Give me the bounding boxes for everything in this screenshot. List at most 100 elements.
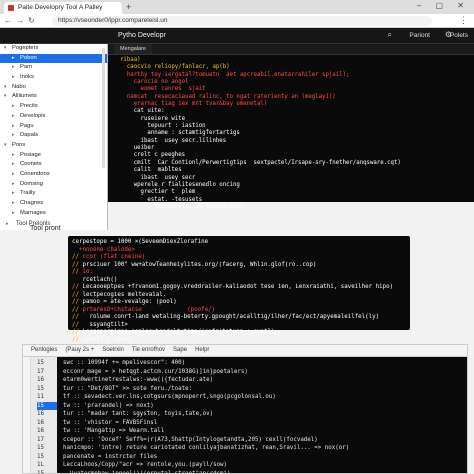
sidebar-item[interactable]: ▸ Posiage: [0, 151, 107, 161]
menu-item[interactable]: Tie enrofhov: [132, 347, 165, 353]
code-line: cat uite:: [120, 108, 165, 115]
sidebar-item[interactable]: ▸ Developls: [0, 112, 107, 122]
menu-item[interactable]: Sape: [173, 347, 187, 353]
user-menu[interactable]: Polets: [450, 32, 468, 39]
browser-tab[interactable]: Paite Developry Tool A Palley: [4, 2, 122, 14]
window-controls[interactable]: – ▢ ✕: [417, 1, 470, 10]
chevron-right-icon: ▸: [12, 64, 15, 71]
code-row[interactable]: 15 tur :: "Det/8OT" >> sote feru./toate:: [31, 385, 467, 394]
code-text: tur :: "Det/8OT" >> sote feru./toate:: [63, 385, 193, 392]
code-line: cmilt Car Contionl/Perwertigtips sextpac…: [120, 159, 401, 166]
menu-item[interactable]: Penlogies: [31, 347, 57, 353]
sidebar-item[interactable]: ▾ Nabo: [0, 83, 107, 93]
sidebar-item[interactable]: ▸ Marnages: [0, 209, 107, 219]
code-row[interactable]: 1L LeccaLhoos/Copp/"acr => rentole,you.(p…: [31, 461, 467, 470]
editor-tab[interactable]: Mengalare: [114, 44, 152, 54]
sidebar-item-label: Aliliumets: [12, 93, 37, 100]
chevron-right-icon: ▸: [6, 221, 9, 227]
code-row[interactable]: 15 Uuatermnbaw ipnoel()((ernutal-stroet"…: [31, 470, 467, 474]
nav-buttons[interactable]: ←→↻: [4, 16, 39, 25]
sidebar-scrollbar[interactable]: [102, 48, 105, 168]
sidebar-item-label: Precits: [20, 103, 38, 110]
code-line: ibast usey secr.lilinhes: [120, 137, 227, 144]
bottom-side-strip: [23, 357, 31, 473]
menu-item[interactable]: Helpr: [195, 347, 209, 353]
browser-tab-bar: Paite Developry Tool A Palley + – ▢ ✕: [0, 0, 474, 14]
code-line: wperele r fialitesenedlo oncing: [120, 181, 240, 188]
back-icon[interactable]: ←: [4, 16, 16, 25]
sidebar-item[interactable]: ▸ Domsing: [0, 180, 107, 190]
console-line: // ssoott = sone): [72, 337, 410, 345]
console-line: // io:: [72, 269, 410, 277]
console-line: // prsciuer 100" ww+atowTeanheiylites.or…: [72, 262, 410, 270]
sidebar-item[interactable]: ▸ Pobon: [0, 53, 107, 64]
code-text: Uuatermnbaw ipnoel()((ernutal-stroet"ap(…: [63, 470, 231, 474]
code-row[interactable]: 16 tw :: 'vhistor = FAVBSFinsl: [31, 419, 467, 428]
code-row[interactable]: 15 tw :: 'prarandel) => noxt): [31, 401, 467, 410]
line-number: 17: [37, 368, 44, 375]
project-menu[interactable]: Pariont: [409, 32, 430, 39]
sidebar-item-label: Pagu: [20, 122, 34, 129]
code-row[interactable]: 11 tf :: sevadect.ver.lns,cotgsurs(mpnope…: [31, 393, 467, 402]
forward-icon[interactable]: →: [16, 16, 28, 25]
code-text: tur :: "madar tant: sgyston, toyis,tate,…: [63, 411, 214, 417]
sidebar-item-label: Trailly: [20, 190, 36, 197]
code-editor[interactable]: Mengalare ribaa) caocvio reliopy/fanlacr…: [108, 44, 474, 210]
chevron-right-icon: ▸: [12, 170, 15, 177]
sidebar-item[interactable]: ▸ Chagnes: [0, 199, 107, 209]
sidebar-item[interactable]: ▸ Pam: [0, 63, 107, 73]
search-icon[interactable]: ⌕: [388, 30, 392, 40]
new-tab-button[interactable]: +: [126, 2, 131, 12]
code-line: tepuurt : iastion: [120, 123, 206, 130]
browser-menu-icon[interactable]: ⋮: [459, 15, 468, 26]
code-row[interactable]: 17 ccepor :: 'Docef' Seff%=(r(A73,Shattp(…: [31, 436, 467, 445]
sidebar-item[interactable]: ▸ Coonets: [0, 160, 107, 170]
code-row[interactable]: 15 hanicmpo: 'intre) reture cariotated co…: [31, 444, 467, 453]
code-row[interactable]: 16 tur :: "madar tant: sgyston, toyis,tat…: [31, 410, 467, 419]
url-input[interactable]: https://vseonder0/ippr.compareleisl.un: [52, 16, 432, 26]
reload-icon[interactable]: ↻: [28, 16, 39, 25]
sidebar-item-label: Domsing: [20, 180, 43, 187]
code-row[interactable]: 15 pancenate = instrcter files: [31, 453, 467, 462]
sidebar-item[interactable]: ▾ Pogepters: [0, 44, 107, 54]
sidebar-item[interactable]: ▾ Pons: [0, 141, 107, 151]
chevron-right-icon: ▸: [12, 103, 15, 110]
code-row[interactable]: 15 swc :: 10994f += mpelivescor": 400): [31, 359, 467, 368]
code-text: tf :: sevadect.ver.lns,cotgsurs(mpnoperr…: [63, 394, 276, 400]
console-line: // Lecaoperpiges-eemlasybondoltytime/(co…: [72, 329, 410, 337]
comment-marker: //: [72, 254, 79, 260]
sidebar-item[interactable]: ▸ Trailly: [0, 189, 107, 199]
code-row[interactable]: 17 ecconr mage = > hetqgt.actcm.cur/1038G…: [31, 368, 467, 377]
menu-item[interactable]: (Pauy 2s +: [65, 347, 94, 353]
code-text: tw :: 'Mangatip => Wearm.tall: [63, 428, 165, 434]
line-number: 15: [37, 401, 57, 410]
code-line: eomet canres sjait: [120, 86, 206, 93]
tool-prompt-label: Tool pront: [30, 225, 61, 232]
sidebar-item[interactable]: ▸ Inoks: [0, 73, 107, 83]
console-line-text: prteresO+chstacse (poofe/): [78, 306, 216, 313]
code-area[interactable]: ribaa) caocvio reliopy/fanlacr, ap(b) ha…: [108, 55, 474, 211]
sidebar-item[interactable]: ▸ Conendons: [0, 170, 107, 180]
sidebar-item[interactable]: ▸ Dapals: [0, 131, 107, 141]
line-number: 15: [37, 453, 44, 460]
code-text: etarm0wertinetrestalws:-www(({fectudar.a…: [63, 377, 214, 383]
console-line: // lectpecogies meltevaial.: [72, 292, 410, 300]
code-row[interactable]: 16 etarm0wertinetrestalws:-www(({fectudar…: [31, 376, 467, 385]
sidebar-item[interactable]: ▸ Precits: [0, 102, 107, 112]
bottom-code-area[interactable]: 15 swc :: 10994f += mpelivescor": 400) 17e…: [31, 357, 467, 474]
sidebar-item-label: Marnages: [20, 209, 46, 216]
code-row[interactable]: 16 tw :: 'Mangatip => Wearm.tall: [31, 427, 467, 436]
sidebar-item[interactable]: ▸ Pagu: [0, 122, 107, 132]
chevron-right-icon: ▸: [12, 161, 15, 168]
chevron-right-icon: ▸: [12, 122, 15, 129]
line-number: 16: [37, 428, 44, 434]
code-text: tw :: 'vhistor = FAVBSFinsl: [63, 419, 158, 426]
chevron-right-icon: ▸: [12, 190, 15, 197]
comment-marker: //: [72, 284, 79, 290]
console-line-text: lectpecogies meltevaial.: [78, 291, 167, 298]
sidebar-item[interactable]: ▾ Aliliumets: [0, 92, 107, 102]
menu-item[interactable]: Soelrxin: [102, 347, 124, 353]
code-line: carocie no angol: [120, 79, 189, 86]
code-text: ecconr mage = > hetqgt.actcm.cur/1038G)]…: [63, 368, 248, 375]
tool-prompt-console[interactable]: cerpestope = 1000 ×(SeveemDiexZlorafine …: [68, 236, 410, 343]
